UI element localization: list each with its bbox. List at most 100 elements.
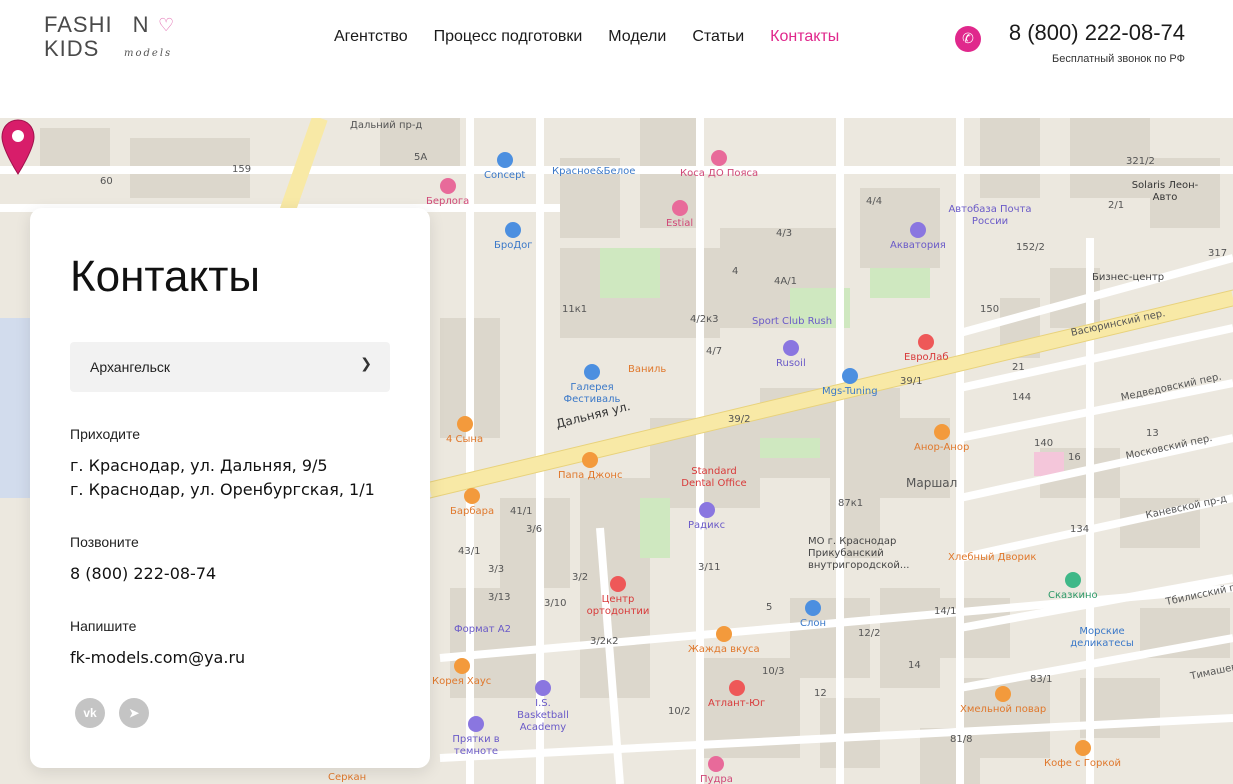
poi[interactable]: Акватория	[890, 222, 946, 252]
poi[interactable]: Серкан	[328, 772, 366, 784]
poi[interactable]: БроДог	[494, 222, 533, 252]
poi[interactable]: Хлебный Дворик	[948, 552, 1036, 564]
poi[interactable]: ЕвроЛаб	[904, 334, 949, 364]
phone-icon[interactable]: ✆	[955, 26, 981, 52]
street-label: Дальний пр-д	[350, 120, 423, 131]
house-number: 12	[814, 688, 827, 699]
shopping-icon	[584, 364, 600, 380]
contact-phone[interactable]: 8 (800) 222-08-74	[70, 562, 216, 586]
logo-line2: KIDS	[44, 36, 100, 61]
house-number: 140	[1034, 438, 1054, 449]
poi[interactable]: Берлога	[426, 178, 469, 208]
coffee-icon	[715, 626, 732, 642]
house-number: 87к1	[838, 498, 864, 509]
poi[interactable]: Автобаза Почта России	[940, 204, 1040, 228]
logo[interactable]: FASHI ♡ N KIDS models	[44, 14, 194, 64]
house-number: 144	[1012, 392, 1032, 403]
coffee-icon	[464, 488, 481, 504]
house-number: 11к1	[562, 304, 588, 315]
house-number: 10/2	[668, 706, 691, 717]
contact-email[interactable]: fk-models.com@ya.ru	[70, 646, 245, 670]
poi[interactable]: Атлант-Юг	[708, 680, 765, 710]
house-number: 4/3	[776, 228, 793, 239]
house-number: 12/2	[858, 628, 881, 639]
house-number: 21	[1012, 362, 1025, 373]
poi[interactable]: Solaris Леон-Авто	[1130, 180, 1200, 204]
poi[interactable]: Радикс	[688, 502, 725, 532]
poi[interactable]: Rusoil	[776, 340, 806, 370]
city-select-value: Архангельск	[90, 359, 171, 375]
header-phone-number[interactable]: 8 (800) 222-08-74	[1009, 20, 1185, 46]
poi[interactable]: Пудра	[700, 756, 733, 784]
nav-item-articles[interactable]: Статьи	[692, 28, 744, 46]
house-number: 4	[732, 266, 739, 277]
paw-icon	[805, 600, 822, 616]
call-label: Позвоните	[70, 534, 139, 550]
house-number: 16	[1068, 452, 1081, 463]
house-number: 83/1	[1030, 674, 1053, 685]
poi[interactable]: Estial	[666, 200, 693, 230]
house-number: 3/10	[544, 598, 567, 609]
poi[interactable]: Прятки в темноте	[448, 716, 504, 758]
house-number: 152/2	[1016, 242, 1045, 253]
poi[interactable]: Бизнес-центр	[1092, 272, 1164, 284]
food-icon	[453, 658, 470, 674]
poi[interactable]: Морские деликатесы	[1062, 626, 1142, 650]
poi[interactable]: Жажда вкуса	[688, 626, 760, 656]
poi[interactable]: Сказкино	[1048, 572, 1098, 602]
house-number: 4А/1	[774, 276, 797, 287]
telegram-icon[interactable]: ➤	[119, 698, 149, 728]
pool-icon	[909, 222, 926, 238]
house-number: 13	[1146, 428, 1159, 439]
nav-item-agency[interactable]: Агентство	[334, 28, 408, 46]
house-number: 14	[908, 660, 921, 671]
poi[interactable]: Хмельной повар	[960, 686, 1046, 716]
poi[interactable]: Слон	[800, 600, 826, 630]
map-marker-icon[interactable]	[0, 118, 36, 178]
food-icon	[933, 424, 950, 440]
vk-icon[interactable]: vk	[75, 698, 105, 728]
poi[interactable]: Папа Джонс	[558, 452, 622, 482]
poi[interactable]: МО г. Краснодар Прикубанский внутригород…	[808, 536, 918, 572]
poi[interactable]: Барбара	[450, 488, 494, 518]
poi[interactable]: Sport Club Rush	[752, 316, 832, 328]
page-title: Контакты	[70, 252, 261, 301]
nav-item-models[interactable]: Модели	[608, 28, 666, 46]
beer-icon	[995, 686, 1012, 702]
car-icon	[841, 368, 858, 384]
main-nav: Агентство Процесс подготовки Модели Стат…	[334, 28, 839, 46]
house-number: 10/3	[762, 666, 785, 677]
fuel-icon	[782, 340, 799, 356]
medical-icon	[918, 334, 935, 350]
nav-item-process[interactable]: Процесс подготовки	[434, 28, 583, 46]
poi[interactable]: Ваниль	[628, 364, 666, 376]
drop-icon	[698, 502, 715, 518]
contacts-card: Контакты Архангельск ❯ Приходите г. Крас…	[30, 208, 430, 768]
poi[interactable]: I.S. Basketball Academy	[508, 680, 578, 734]
house-number: 14/1	[934, 606, 957, 617]
poi[interactable]: Кофе с Горкой	[1044, 740, 1121, 770]
heart-icon: ♡	[158, 15, 176, 35]
city-select[interactable]: Архангельск ❯	[70, 342, 390, 392]
house-number: 43/1	[458, 546, 481, 557]
house-number: 39/2	[728, 414, 751, 425]
poi[interactable]: Standard Dental Office	[674, 466, 754, 490]
house-number: 5	[766, 602, 773, 613]
logo-subtitle: models	[124, 48, 173, 59]
poi[interactable]: Галерея Фестиваль	[560, 364, 624, 406]
poi[interactable]: Центр ортодонтии	[586, 576, 650, 618]
chevron-down-icon: ❯	[360, 356, 372, 372]
poi[interactable]: Коса ДО Пояса	[680, 150, 758, 180]
poi[interactable]: Формат А2	[454, 624, 511, 636]
poi[interactable]: Красное&Белое	[552, 166, 635, 178]
nav-item-contacts[interactable]: Контакты	[770, 28, 839, 46]
poi[interactable]: Корея Хаус	[432, 658, 491, 688]
poi[interactable]: Mgs-Tuning	[822, 368, 878, 398]
poi[interactable]: Анор-Анор	[914, 424, 969, 454]
basketball-icon	[535, 680, 551, 696]
house-number: 321/2	[1126, 156, 1155, 167]
poi[interactable]: 4 Сына	[446, 416, 483, 446]
poi[interactable]: Concept	[484, 152, 525, 182]
house-number: 60	[100, 176, 113, 187]
lotus-icon	[711, 150, 728, 166]
